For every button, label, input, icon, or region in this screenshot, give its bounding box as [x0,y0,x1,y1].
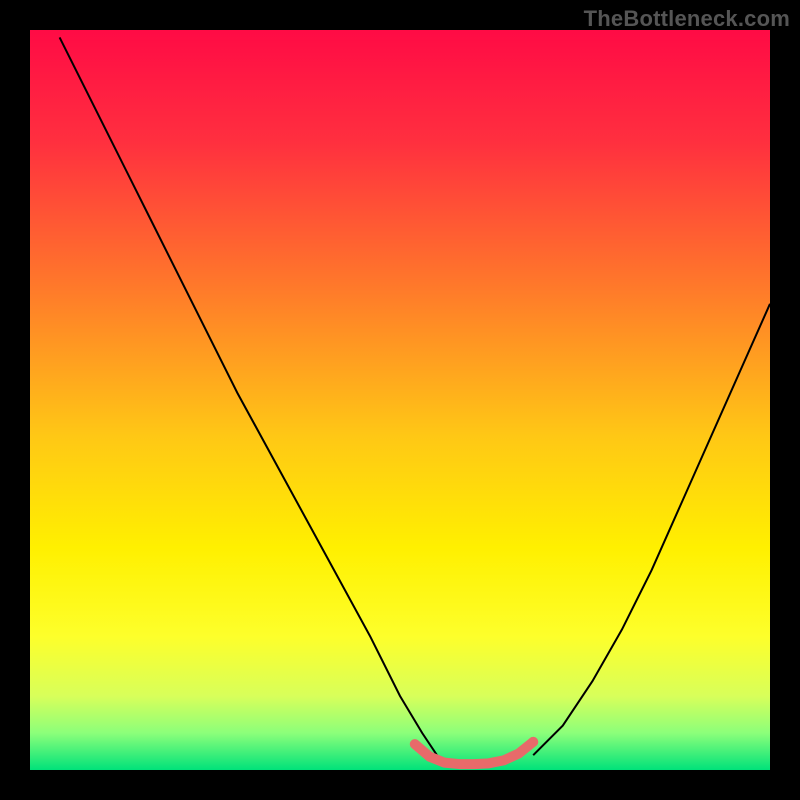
marker-optimal-point [528,737,538,747]
chart-frame: TheBottleneck.com [0,0,800,800]
bottleneck-chart [0,0,800,800]
marker-layer [528,737,538,747]
plot-background [30,30,770,770]
watermark-text: TheBottleneck.com [584,6,790,32]
